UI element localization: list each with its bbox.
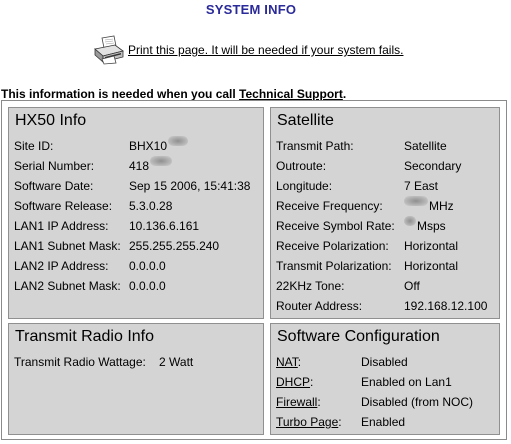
satellite-panel: Satellite Transmit Path: Satellite Outrou… — [270, 107, 500, 319]
printer-icon[interactable] — [92, 35, 126, 65]
row-value: Horizontal — [404, 239, 459, 253]
row-value: 255.255.255.240 — [129, 239, 220, 253]
info-suffix: . — [342, 87, 347, 101]
info-prefix: This information is needed when you call — [1, 87, 236, 101]
dhcp-link[interactable]: DHCP — [276, 375, 310, 389]
info-row-software-date: Software Date: Sep 15 2006, 15:41:38 — [14, 176, 250, 196]
row-value: 192.168.12.100 — [404, 299, 488, 313]
row-value: MHz — [429, 199, 454, 213]
row-value: 0.0.0.0 — [129, 259, 166, 273]
sat-row-receive-polarization: Receive Polarization: Horizontal — [276, 236, 487, 256]
row-value: Off — [404, 279, 420, 293]
row-value: Secondary — [404, 159, 462, 173]
row-value: Msps — [417, 219, 446, 233]
row-label: 22KHz Tone: — [276, 279, 345, 293]
transmit-radio-panel: Transmit Radio Info Transmit Radio Watta… — [8, 323, 264, 435]
row-label: LAN1 Subnet Mask: — [14, 239, 121, 253]
row-value: BHX10 — [129, 139, 168, 153]
print-row: Print this page. It will be needed if yo… — [92, 34, 403, 66]
sat-row-outroute: Outroute: Secondary — [276, 156, 487, 176]
row-label: Receive Symbol Rate: — [276, 219, 395, 233]
redacted-mark — [404, 196, 428, 206]
software-config-title: Software Configuration — [277, 328, 440, 345]
row-value: 418 — [129, 159, 150, 173]
row-value: 2 Watt — [159, 355, 194, 369]
sat-row-router-address: Router Address: 192.168.12.100 — [276, 296, 487, 316]
sat-row-transmit-path: Transmit Path: Satellite — [276, 136, 487, 156]
row-label: Outroute: — [276, 159, 327, 173]
config-row-firewall: Firewall: Disabled (from NOC) — [276, 392, 473, 412]
row-value: Disabled (from NOC) — [361, 395, 474, 409]
row-label: Router Address: — [276, 299, 363, 313]
row-label: Transmit Radio Wattage: — [14, 355, 146, 369]
sat-row-receive-symbol-rate: Receive Symbol Rate: Msps — [276, 216, 487, 236]
satellite-title: Satellite — [277, 112, 334, 129]
radio-row-wattage: Transmit Radio Wattage: 2 Watt — [14, 352, 193, 372]
support-info-text: This information is needed when you call… — [1, 87, 346, 101]
info-row-lan2-mask: LAN2 Subnet Mask: 0.0.0.0 — [14, 276, 250, 296]
config-row-turbo-page: Turbo Page: Enabled — [276, 412, 473, 432]
row-value: Satellite — [404, 139, 447, 153]
sat-row-receive-frequency: Receive Frequency: MHz — [276, 196, 487, 216]
row-label: Serial Number: — [14, 159, 95, 173]
nat-link[interactable]: NAT — [276, 355, 298, 369]
system-info-container: HX50 Info Site ID: BHX10 Serial Number: 41… — [1, 100, 507, 440]
row-label: Software Release: — [14, 199, 113, 213]
config-row-dhcp: DHCP: Enabled on Lan1 — [276, 372, 473, 392]
row-value: Disabled — [361, 355, 408, 369]
row-value: Horizontal — [404, 259, 459, 273]
redacted-mark — [150, 156, 173, 166]
row-label: Longitude: — [276, 179, 333, 193]
firewall-link[interactable]: Firewall — [276, 395, 317, 409]
row-value: 10.136.6.161 — [129, 219, 200, 233]
page-title: SYSTEM INFO — [205, 2, 297, 17]
row-label: Site ID: — [14, 139, 54, 153]
turbo-page-link[interactable]: Turbo Page — [276, 415, 338, 429]
info-row-lan1-ip: LAN1 IP Address: 10.136.6.161 — [14, 216, 250, 236]
info-row-software-release: Software Release: 5.3.0.28 — [14, 196, 250, 216]
row-label: Receive Frequency: — [276, 199, 383, 213]
info-row-site-id: Site ID: BHX10 — [14, 136, 250, 156]
row-value: Sep 15 2006, 15:41:38 — [129, 179, 251, 193]
redacted-mark — [168, 136, 189, 146]
row-label: Software Date: — [14, 179, 94, 193]
sat-row-22khz-tone: 22KHz Tone: Off — [276, 276, 487, 296]
hx50-info-panel: HX50 Info Site ID: BHX10 Serial Number: 41… — [8, 107, 264, 319]
software-config-panel: Software Configuration NAT: Disabled DHCP… — [270, 323, 500, 435]
sat-row-transmit-polarization: Transmit Polarization: Horizontal — [276, 256, 487, 276]
redacted-mark — [404, 216, 416, 226]
print-page-link[interactable]: Print this page. It will be needed if yo… — [128, 43, 403, 57]
row-label: Transmit Path: — [276, 139, 354, 153]
transmit-radio-title: Transmit Radio Info — [15, 328, 155, 345]
row-label: Transmit Polarization: — [276, 259, 392, 273]
info-row-lan1-mask: LAN1 Subnet Mask: 255.255.255.240 — [14, 236, 250, 256]
hx50-info-title: HX50 Info — [15, 112, 87, 129]
row-label: LAN2 Subnet Mask: — [14, 279, 121, 293]
config-row-nat: NAT: Disabled — [276, 352, 473, 372]
info-row-serial-number: Serial Number: 418 — [14, 156, 250, 176]
row-value: 7 East — [404, 179, 439, 193]
technical-support-link[interactable]: Technical Support — [239, 87, 343, 101]
row-value: 0.0.0.0 — [129, 279, 166, 293]
row-label: Receive Polarization: — [276, 239, 389, 253]
info-row-lan2-ip: LAN2 IP Address: 0.0.0.0 — [14, 256, 250, 276]
row-value: Enabled on Lan1 — [361, 375, 452, 389]
row-label: LAN2 IP Address: — [14, 259, 109, 273]
row-label: LAN1 IP Address: — [14, 219, 109, 233]
sat-row-longitude: Longitude: 7 East — [276, 176, 487, 196]
row-value: Enabled — [361, 415, 406, 429]
row-value: 5.3.0.28 — [129, 199, 173, 213]
